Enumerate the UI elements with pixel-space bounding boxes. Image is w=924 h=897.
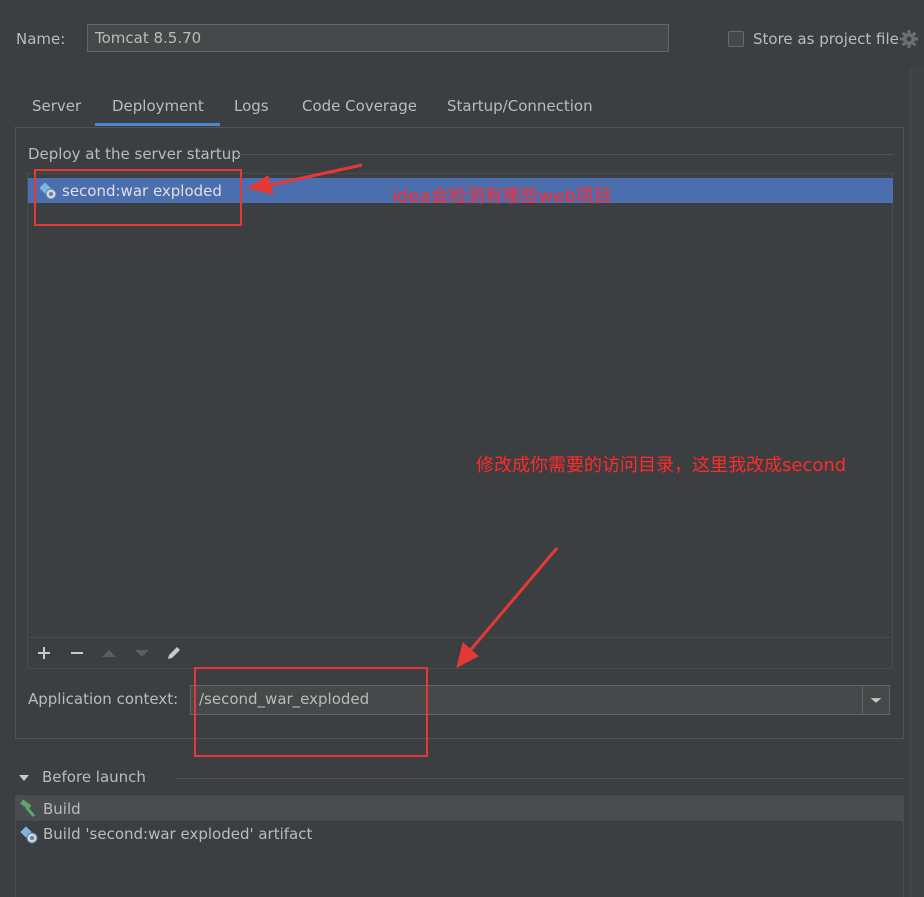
hammer-icon <box>20 799 36 818</box>
move-down-icon[interactable] <box>131 642 153 664</box>
tab-code-coverage[interactable]: Code Coverage <box>302 97 417 115</box>
tab-startup-connection[interactable]: Startup/Connection <box>447 97 593 115</box>
edit-icon[interactable] <box>163 642 185 664</box>
chevron-down-icon[interactable] <box>862 686 889 714</box>
scrollbar[interactable] <box>910 68 924 897</box>
annotation-note: 修改成你需要的访问目录，这里我改成second <box>476 455 847 476</box>
tab-deployment-label: Deployment <box>112 97 204 115</box>
annotation-box <box>194 667 428 757</box>
gear-icon[interactable] <box>899 29 919 49</box>
annotation-box <box>34 169 242 226</box>
store-as-project-file-label[interactable]: Store as project file <box>753 30 899 48</box>
toolbar-divider <box>28 637 892 638</box>
name-label: Name: <box>16 30 66 48</box>
deploy-section-title: Deploy at the server startup <box>28 145 241 163</box>
list-item-label: Build 'second:war exploded' artifact <box>43 825 313 843</box>
store-as-project-file-checkbox[interactable] <box>728 31 744 47</box>
tab-logs[interactable]: Logs <box>234 97 269 115</box>
artifact-icon <box>20 826 38 844</box>
deploy-artifact-list[interactable] <box>27 173 893 669</box>
remove-icon[interactable] <box>66 642 88 664</box>
annotation-note: idea会检测有哪些web项目 <box>392 186 612 207</box>
section-divider <box>236 154 894 155</box>
tab-deployment[interactable]: Deployment <box>95 97 220 126</box>
list-item-label: Build <box>43 800 81 818</box>
name-input[interactable]: Tomcat 8.5.70 <box>87 24 669 52</box>
tab-server[interactable]: Server <box>32 97 81 115</box>
move-up-icon[interactable] <box>98 642 120 664</box>
section-divider <box>176 778 904 779</box>
before-launch-title[interactable]: Before launch <box>42 768 146 786</box>
list-item-highlight[interactable] <box>16 796 903 821</box>
application-context-label: Application context: <box>28 690 179 708</box>
add-icon[interactable] <box>33 642 55 664</box>
collapse-arrow-icon[interactable] <box>17 771 31 785</box>
